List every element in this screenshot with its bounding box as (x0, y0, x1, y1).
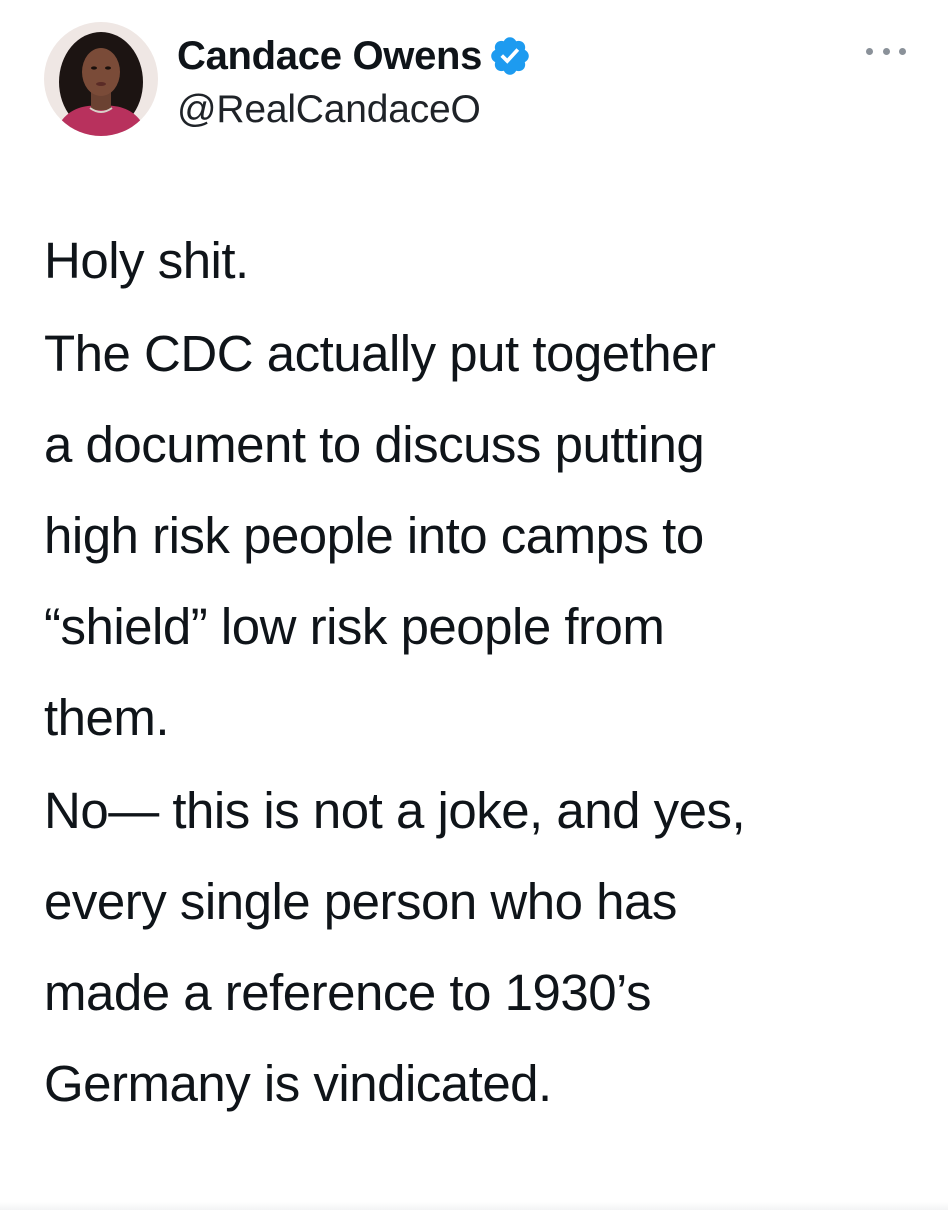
tweet-text: Holy shit. The CDC actually put together… (44, 215, 924, 1129)
tweet-line: “shield” low risk people from (44, 598, 665, 655)
author-display-name[interactable]: Candace Owens (177, 34, 482, 79)
tweet-paragraph: The CDC actually put together a document… (44, 308, 924, 763)
author-handle[interactable]: @RealCandaceO (177, 88, 481, 132)
tweet-line: a document to discuss putting (44, 416, 705, 473)
avatar[interactable] (44, 22, 158, 136)
tweet-card: Candace Owens @RealCandaceO Holy shit. T… (0, 0, 948, 1210)
tweet-paragraph: Holy shit. (44, 215, 924, 306)
author-name-row: Candace Owens (177, 30, 532, 82)
tweet-line: No— this is not a joke, and yes, (44, 782, 746, 839)
tweet-line: them. (44, 689, 170, 746)
more-dot (866, 47, 873, 55)
tweet-line: made a reference to 1930’s (44, 964, 651, 1021)
tweet-line: Germany is vindicated. (44, 1055, 552, 1112)
tweet-line: high risk people into camps to (44, 507, 704, 564)
profile-photo-icon (44, 22, 158, 136)
more-dot (882, 47, 890, 55)
tweet-line: Holy shit. (44, 232, 249, 289)
divider (0, 1202, 948, 1210)
verified-badge-icon (488, 34, 532, 78)
tweet-paragraph: No— this is not a joke, and yes, every s… (44, 765, 924, 1129)
more-dot (899, 47, 906, 55)
more-options-icon[interactable] (866, 44, 906, 58)
tweet-line: The CDC actually put together (44, 325, 716, 382)
tweet-header: Candace Owens @RealCandaceO (44, 22, 914, 140)
tweet-line: every single person who has (44, 873, 677, 930)
